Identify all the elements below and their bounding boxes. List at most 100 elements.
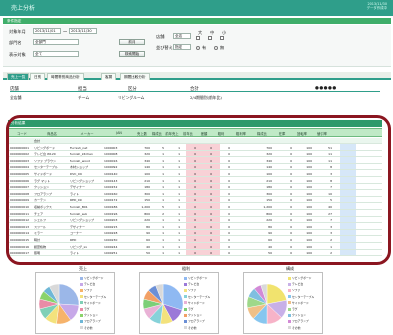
table-row[interactable]: 0000000015 時計 RED 1000230 60 1 1 0 0 0 60 0 100 2 — [8, 237, 382, 243]
table-row[interactable]: 0000000011 チェア furnish_sub 1000196 800 2 1 0 0 0 8… — [8, 211, 382, 217]
table-cell: 100 — [306, 172, 312, 176]
table-row[interactable]: 0000000008 フロアランプ ライト 1000160 300 1 1 0 0 0 300 0 10… — [8, 191, 382, 197]
table-row[interactable]: 0000000006 ラグ マット リビングショップ 1000143 210 1 1 0 0 0 2… — [8, 178, 382, 184]
table-cell: 1 — [178, 251, 180, 256]
table-row[interactable]: 0000000016 観葉植物 リビング_xx 1000244 40 1 1 0 0 0 40 0 10… — [8, 244, 382, 250]
table-cell: 0 — [290, 191, 292, 196]
table-cell — [70, 138, 104, 144]
table-total-row[interactable]: 合計 — [8, 138, 382, 144]
data-table[interactable]: 合計 0000000001 リビングボード Furnish_net 1000003 700… — [8, 138, 382, 258]
legend-label: ラグ — [188, 307, 194, 311]
table-row[interactable]: 0000000005 サイドボード DVC_09 1000140 100 1 1 0 0 0 100… — [8, 171, 382, 177]
column-header-9[interactable]: 粗利 — [212, 131, 230, 136]
tab-hourly[interactable]: 時間帯別商品分析 — [47, 73, 84, 80]
table-cell: 1 — [178, 198, 180, 203]
column-header-4[interactable]: 売上数 — [134, 131, 150, 136]
table-cell: 0 — [210, 218, 212, 223]
table-cell — [10, 138, 34, 144]
dept-select[interactable]: 全部門 — [33, 39, 79, 45]
table-row[interactable]: 0000000012 シェルフ リビングショップ 1000203 220 1 1 0 0 0 220… — [8, 217, 382, 224]
table-row[interactable]: 0000000003 ソファ ブラウン furnish_wood 1000016 340… — [8, 158, 382, 164]
table-cell: 0000000016 — [10, 244, 30, 249]
table-cell: 0 — [194, 238, 196, 242]
check-medium[interactable] — [208, 36, 212, 40]
table-row[interactable]: 0000000014 ミラー コーナー 1000228 90 1 1 0 0 0 90 0 100 3 — [8, 230, 382, 237]
radio-yes[interactable] — [196, 46, 200, 50]
table-cell: 100 — [306, 224, 312, 229]
column-header-10[interactable]: 粗利率 — [230, 131, 252, 136]
table-cell — [230, 204, 252, 210]
table-cell: 0 — [228, 191, 230, 196]
date-to-input[interactable]: 2013/11/30 — [69, 28, 97, 34]
legend-item: テレビ台 — [288, 282, 303, 286]
table-cell: 1 — [162, 185, 164, 190]
summary-staff-value: チーム — [78, 95, 90, 100]
legend-label: ソファ — [292, 288, 301, 293]
column-header-12[interactable]: 在庫 — [272, 131, 292, 136]
table-cell: 3 — [330, 231, 332, 236]
column-header-2[interactable]: メーカー — [70, 131, 104, 136]
column-header-13[interactable]: 回転率 — [292, 131, 312, 136]
sort-select[interactable]: 指定 — [173, 44, 191, 50]
tab-period-compare[interactable]: 期間比較分析 — [120, 73, 150, 80]
table-cell: 0 — [228, 145, 230, 150]
table-cell: 40 — [146, 244, 150, 249]
check-medium-label: 中 — [210, 30, 215, 35]
tab-bar: 売上一覧 日別 時間帯別商品分析 客層 期間比較分析 — [3, 72, 391, 80]
legend-label: その他 — [292, 325, 301, 330]
table-cell: 1000003 — [104, 145, 118, 150]
table-cell: 0 — [228, 198, 230, 203]
target-select[interactable]: 全て — [33, 51, 79, 57]
prev-month-button[interactable]: 前月 — [119, 39, 145, 45]
table-cell: 1000008 — [104, 152, 118, 157]
search-button[interactable]: 検索開始 — [119, 51, 145, 57]
table-row[interactable]: 0000000017 照明 ライト 1000251 50 1 1 0 0 0 50 0 100 2 — [8, 250, 382, 257]
table-row[interactable]: 0000000009 カーテン RED_09 1000172 150 1 1 0 0 0 150 0 1… — [8, 197, 382, 204]
table-cell: 100 — [306, 231, 312, 236]
store-select[interactable]: 全店 — [173, 33, 191, 39]
column-header-14[interactable]: 値引率 — [312, 131, 332, 136]
table-row[interactable]: 0000000013 スツール デザイナー 1000215 80 1 1 0 0 0 80 0 100 3 — [8, 224, 382, 230]
legend-swatch — [288, 282, 291, 286]
table-row[interactable]: 0000000001 リビングボード Furnish_net 1000003 700 5 1… — [8, 145, 382, 151]
table-cell: 0 — [210, 238, 212, 242]
date-from-input[interactable]: 2013/11/01 — [33, 28, 61, 34]
result-panel-header: 分析結果 — [8, 120, 382, 127]
column-header-7[interactable]: 前年比 — [180, 131, 196, 136]
legend-item: その他 — [288, 326, 300, 330]
tab-daily[interactable]: 日別 — [30, 73, 46, 80]
legend-item: センターテーブル — [80, 295, 106, 299]
tab-customer[interactable]: 客層 — [101, 73, 117, 80]
column-header-1[interactable]: 商品名 — [34, 131, 70, 136]
condition-section-label: 条件指定 — [7, 19, 22, 23]
table-cell: 0 — [210, 198, 212, 203]
table-cell: 0000000003 — [10, 158, 30, 163]
legend-label: フロアランプ — [292, 319, 309, 324]
legend-item: テレビ台 — [80, 282, 95, 286]
column-header-11[interactable]: 構成比 — [252, 131, 272, 136]
check-large[interactable] — [196, 36, 200, 40]
table-cell: 51 — [328, 145, 332, 150]
table-cell: 220 — [266, 218, 272, 223]
radio-no[interactable] — [214, 46, 218, 50]
check-small[interactable] — [220, 36, 224, 40]
table-row[interactable]: 0000000002 テレビ台 W120 furnish_kitchen 100000… — [8, 151, 382, 158]
column-header-3[interactable]: JAN — [104, 131, 134, 135]
table-row[interactable]: 0000000004 センターテーブル 木材ショップ 1000092 140 1 1 0 0 0 1… — [8, 164, 382, 171]
table-row[interactable]: 0000000010 収納ボックス furnish_B01 1000186 1,200 5… — [8, 204, 382, 210]
legend-swatch — [184, 307, 187, 311]
table-cell: 0 — [290, 145, 292, 150]
table-row[interactable]: 0000000007 クッション デザイナー 1000152 180 1 1 0 0 0 180 0 1… — [8, 184, 382, 191]
column-header-8[interactable]: 差額 — [196, 131, 212, 136]
legend-swatch — [80, 326, 83, 330]
tab-sales-list[interactable]: 売上一覧 — [7, 73, 30, 80]
pie-svg-2 — [246, 283, 288, 325]
column-header-0[interactable]: コード — [10, 131, 34, 136]
table-cell: 0 — [290, 205, 292, 209]
table-cell: 0 — [228, 211, 230, 216]
column-header-6[interactable]: 前年売上 — [164, 131, 180, 136]
column-header-5[interactable]: 構成比 — [150, 131, 164, 136]
table-cell: 1 — [162, 231, 164, 236]
table-cell: RED_09 — [70, 198, 82, 203]
dept-label: 部門名 — [9, 40, 22, 45]
